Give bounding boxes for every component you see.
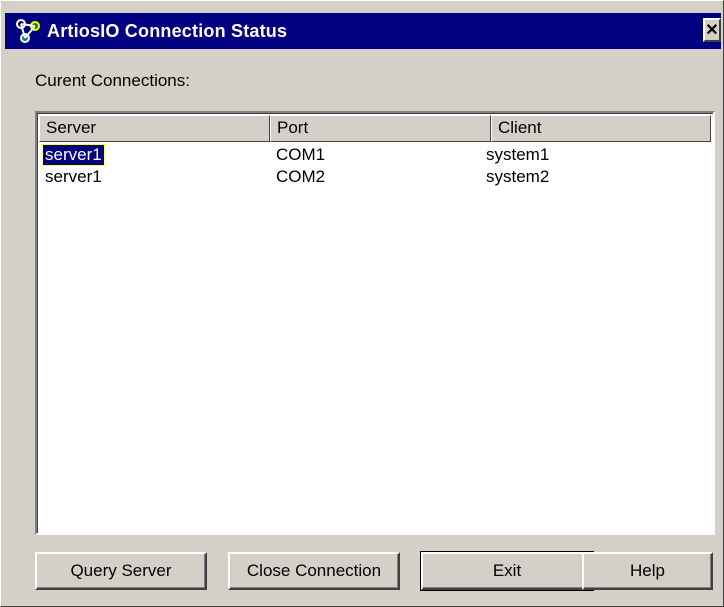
query-server-button[interactable]: Query Server: [35, 552, 207, 590]
server-cell: server1: [42, 144, 105, 166]
connections-list[interactable]: Server Port Client server1 COM1 system1 …: [35, 111, 715, 535]
column-header-client[interactable]: Client: [491, 115, 711, 142]
help-button[interactable]: Help: [582, 552, 713, 590]
port-cell: COM2: [276, 167, 326, 186]
column-header-port[interactable]: Port: [270, 115, 491, 142]
exit-button[interactable]: Exit: [420, 551, 594, 591]
current-connections-label: Curent Connections:: [35, 71, 190, 90]
port-cell: COM1: [276, 145, 326, 164]
client-cell: system1: [486, 145, 550, 164]
client-cell: system2: [486, 167, 550, 186]
list-header: Server Port Client: [39, 115, 711, 142]
network-app-icon: [16, 19, 40, 43]
column-header-server[interactable]: Server: [39, 115, 270, 142]
window-title: ArtiosIO Connection Status: [47, 20, 288, 41]
close-connection-button[interactable]: Close Connection: [228, 552, 400, 590]
connection-status-window: ArtiosIO Connection Status ✕ Curent Conn…: [0, 0, 724, 607]
server-cell: server1: [45, 167, 102, 186]
title-bar[interactable]: ArtiosIO Connection Status ✕: [5, 13, 721, 49]
close-icon[interactable]: ✕: [703, 18, 721, 42]
